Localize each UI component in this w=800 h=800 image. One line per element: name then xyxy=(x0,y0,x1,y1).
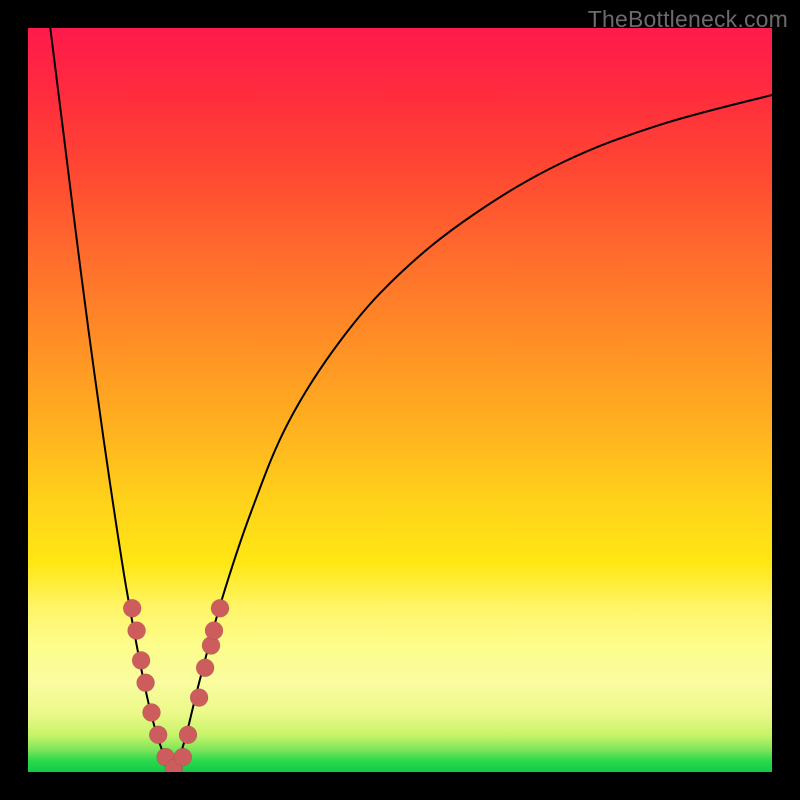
marker-dot xyxy=(132,651,150,669)
curve-left xyxy=(50,28,173,772)
marker-dot xyxy=(149,726,167,744)
marker-dot xyxy=(143,704,161,722)
plot-area xyxy=(28,28,772,772)
marker-dot xyxy=(196,659,214,677)
marker-dots xyxy=(123,599,229,772)
marker-dot xyxy=(123,599,141,617)
marker-dot xyxy=(137,674,155,692)
marker-dot xyxy=(128,622,146,640)
curve-right xyxy=(173,95,772,772)
marker-dot xyxy=(190,689,208,707)
series-right-branch xyxy=(173,95,772,772)
marker-dot xyxy=(205,622,223,640)
marker-dot xyxy=(174,748,192,766)
watermark-text: TheBottleneck.com xyxy=(588,6,788,33)
marker-dot xyxy=(179,726,197,744)
chart-frame: TheBottleneck.com xyxy=(0,0,800,800)
marker-dot xyxy=(211,599,229,617)
series-left-branch xyxy=(50,28,173,772)
curves-layer xyxy=(28,28,772,772)
